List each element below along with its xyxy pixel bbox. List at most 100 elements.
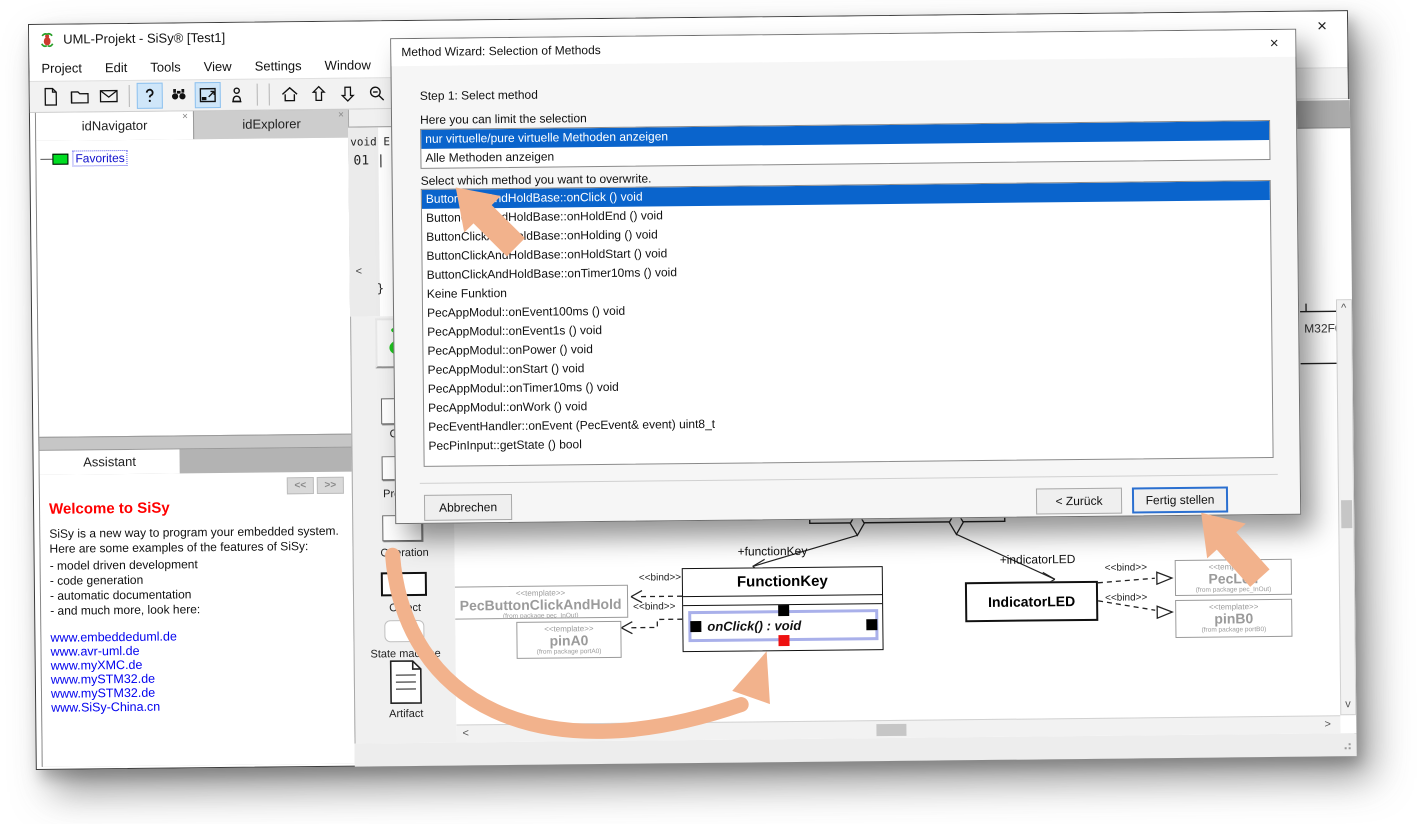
menu-item[interactable]: Tools: [150, 59, 181, 74]
assistant-link[interactable]: www.mySTM32.de: [51, 685, 178, 700]
assistant-intro: SiSy is a new way to program your embedd…: [49, 524, 344, 557]
menu-item[interactable]: Settings: [255, 58, 302, 73]
tab-close-icon[interactable]: ×: [182, 112, 188, 122]
dialog-close-icon[interactable]: ×: [1261, 33, 1287, 55]
selection-handle[interactable]: [690, 621, 701, 632]
select-label: Select which method you want to overwrit…: [421, 171, 652, 187]
operation-onclick[interactable]: onClick() : void: [707, 618, 801, 634]
home-icon[interactable]: [277, 81, 303, 107]
toolbar-separator: [129, 85, 130, 107]
toolbar-separator: [257, 84, 258, 106]
vertical-scrollbar[interactable]: ^ v: [1336, 299, 1356, 715]
assistant-link[interactable]: www.avr-uml.de: [51, 643, 178, 658]
tree-branch-line: [40, 158, 52, 159]
assistant-link[interactable]: www.SiSy-China.cn: [51, 699, 178, 714]
mail-icon[interactable]: [96, 83, 122, 109]
scroll-down-icon[interactable]: v: [1345, 698, 1351, 710]
bind-label: <<bind>>: [639, 572, 681, 583]
vertical-scroll-thumb[interactable]: [1341, 500, 1352, 528]
template-pecled[interactable]: <<template>> PecLed (from package pec_In…: [1175, 559, 1292, 596]
class-indicatorled[interactable]: IndicatorLED: [965, 581, 1098, 622]
tab-close-icon[interactable]: ×: [338, 111, 344, 121]
assistant-heading: Welcome to SiSy: [49, 500, 170, 518]
horizontal-scroll-thumb[interactable]: [876, 724, 906, 736]
menu-item[interactable]: Window: [325, 57, 371, 72]
menu-item[interactable]: Edit: [105, 59, 128, 74]
selection-handle[interactable]: [866, 619, 877, 630]
palette-artifact-icon[interactable]: [388, 659, 424, 705]
palette-item-operation[interactable]: Operation: [354, 547, 456, 560]
bind-label: <<bind>>: [633, 601, 675, 612]
palette-item-artifact[interactable]: Artifact: [355, 708, 457, 721]
role-indicatorled: +indicatorLED: [1000, 552, 1076, 567]
template-name: pinB0: [1176, 611, 1291, 627]
assistant-forward-button[interactable]: >>: [317, 477, 344, 494]
resize-grip[interactable]: [1343, 741, 1351, 749]
menu-item[interactable]: Project: [41, 60, 82, 75]
navigate-down-icon[interactable]: [335, 81, 361, 107]
code-editor: void E 01 | < }: [348, 126, 396, 316]
selection-handle[interactable]: [778, 605, 789, 616]
tab-assistant[interactable]: Assistant: [39, 449, 179, 474]
tab-label: idNavigator: [82, 118, 148, 134]
template-pina0[interactable]: <<template>> pinA0 (from package portA0): [516, 621, 621, 659]
assistant-feature: - code generation: [50, 572, 200, 589]
assistant-panel: << >> Welcome to SiSy SiSy is a new way …: [40, 472, 355, 767]
assistant-link[interactable]: www.embeddeduml.de: [50, 629, 177, 644]
method-wizard-dialog: Method Wizard: Selection of Methods × St…: [390, 29, 1301, 524]
assistant-feature: - and much more, look here:: [50, 602, 200, 619]
app-window: UML-Projekt - SiSy® [Test1] × ProjectEdi…: [28, 10, 1356, 770]
favorites-node-icon: [52, 153, 68, 164]
left-panel-tabbar: idNavigator × idExplorer ×: [36, 110, 348, 141]
window-close-icon[interactable]: ×: [1303, 13, 1341, 39]
filter-listbox[interactable]: nur virtuelle/pure virtuelle Methoden an…: [420, 120, 1270, 169]
template-pecbuttonclickandhold[interactable]: <<template>> PecButtonClickAndHold (from…: [453, 585, 628, 620]
open-folder-icon[interactable]: [67, 83, 93, 109]
person-icon[interactable]: [224, 82, 250, 108]
finish-button[interactable]: Fertig stellen: [1132, 486, 1228, 513]
search-icon[interactable]: [166, 82, 192, 108]
palette-item-object[interactable]: Object: [354, 602, 456, 615]
assistant-link[interactable]: www.myXMC.de: [51, 657, 178, 672]
scroll-up-icon[interactable]: ^: [1341, 302, 1346, 314]
zoom-out-icon[interactable]: [364, 80, 390, 106]
assistant-features: - model driven development- code generat…: [50, 557, 201, 619]
class-functionkey[interactable]: FunctionKey onClick() : void: [682, 566, 884, 652]
selection-handle-red[interactable]: [778, 635, 789, 646]
tree-item-favorites[interactable]: Favorites: [40, 150, 128, 167]
assistant-back-button[interactable]: <<: [287, 477, 314, 494]
template-pinb0[interactable]: <<template>> pinB0 (from package portB0): [1175, 599, 1292, 638]
tab-idnavigator[interactable]: idNavigator ×: [36, 111, 193, 141]
help-icon[interactable]: [137, 83, 163, 109]
dialog-title: Method Wizard: Selection of Methods: [401, 43, 601, 59]
template-name: pinA0: [517, 633, 620, 649]
class-name: FunctionKey: [683, 567, 882, 597]
diagram-window-icon[interactable]: [195, 82, 221, 108]
palette-state-machine-icon[interactable]: [384, 620, 424, 642]
scroll-left-icon[interactable]: <: [462, 727, 469, 739]
tab-idexplorer[interactable]: idExplorer ×: [193, 110, 349, 140]
bind-label: <<bind>>: [1105, 562, 1147, 573]
editor-scroll-left-icon[interactable]: <: [356, 266, 363, 278]
scroll-right-icon[interactable]: >: [1324, 718, 1331, 730]
template-name: PecButtonClickAndHold: [454, 597, 627, 614]
package-label: (from package pec_InOut): [1176, 586, 1291, 595]
back-button[interactable]: < Zurück: [1036, 488, 1122, 515]
sisy-logo-icon: [38, 31, 56, 49]
assistant-link[interactable]: www.mySTM32.de: [51, 671, 178, 686]
line-number: 01 |: [353, 153, 384, 168]
method-listbox[interactable]: ButtonClickAndHoldBase::onClick () voidB…: [421, 180, 1274, 467]
palette-object-icon[interactable]: [381, 572, 427, 596]
code-brace: }: [377, 281, 384, 295]
navigate-up-icon[interactable]: [306, 81, 332, 107]
menu-item[interactable]: View: [204, 58, 232, 73]
assistant-tabbar: Assistant: [39, 448, 351, 475]
cancel-button[interactable]: Abbrechen: [424, 494, 512, 521]
step-label: Step 1: Select method: [420, 88, 538, 103]
new-document-icon[interactable]: [38, 84, 64, 110]
limit-label: Here you can limit the selection: [420, 111, 587, 127]
class-name: IndicatorLED: [967, 583, 1096, 620]
dialog-separator: [420, 474, 1278, 484]
package-label: (from package portB0): [1176, 626, 1291, 635]
tree-item-label: Favorites: [72, 150, 128, 167]
